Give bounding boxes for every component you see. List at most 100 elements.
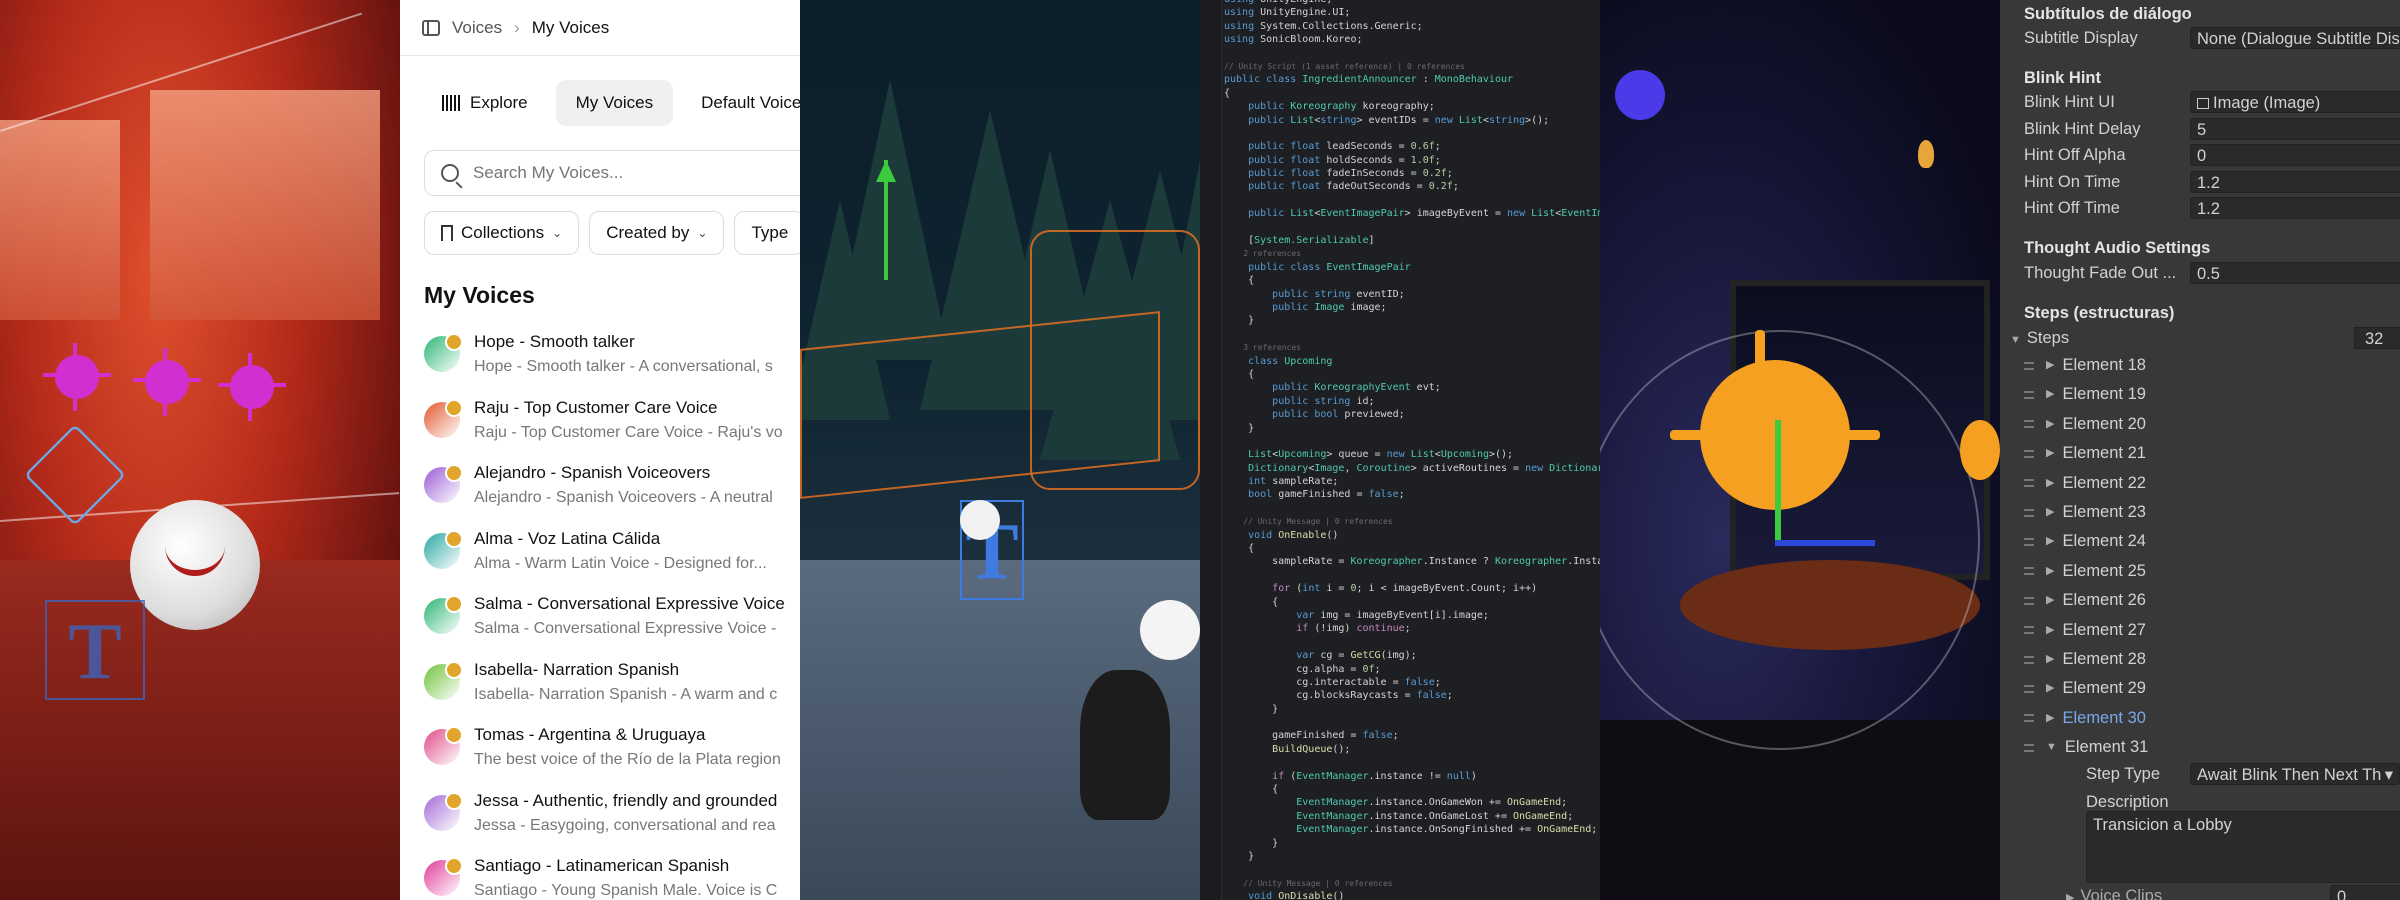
tab-default-voices[interactable]: Default Voices bbox=[681, 80, 800, 126]
code-token: 1.0f bbox=[1410, 154, 1435, 166]
step-element[interactable]: ▶ Element 22 bbox=[2024, 469, 2400, 498]
move-gizmo-y-axis[interactable] bbox=[1775, 420, 1781, 540]
reflection-probe-icon[interactable] bbox=[24, 424, 126, 526]
step-element[interactable]: ▼ Element 31 bbox=[2024, 733, 2400, 762]
code-token: var bbox=[1296, 609, 1321, 621]
hint-on-time-field[interactable]: 1.2 bbox=[2190, 171, 2400, 193]
description-textarea[interactable]: Transicion a Lobby bbox=[2086, 811, 2400, 883]
scene-view-dark-room[interactable] bbox=[1600, 0, 2000, 900]
step-element[interactable]: ▶ Element 27 bbox=[2024, 616, 2400, 645]
step-element[interactable]: ▶ Element 30 bbox=[2024, 704, 2400, 733]
voice-avatar bbox=[424, 595, 463, 634]
light-gizmo-icon[interactable] bbox=[218, 353, 286, 421]
created-by-filter[interactable]: Created by ⌄ bbox=[589, 211, 725, 255]
text-gizmo-icon[interactable]: T bbox=[45, 600, 145, 700]
code-token: koreography; bbox=[1356, 101, 1435, 113]
drag-handle-icon[interactable] bbox=[2024, 626, 2034, 635]
drag-handle-icon[interactable] bbox=[2024, 596, 2034, 605]
code-token: } bbox=[1224, 315, 1255, 327]
tab-explore[interactable]: Explore bbox=[422, 80, 548, 126]
code-token: class bbox=[1248, 355, 1285, 367]
drag-handle-icon[interactable] bbox=[2024, 684, 2034, 693]
voice-list-item[interactable]: Raju - Top Customer Care Voice Raju - Top… bbox=[424, 396, 800, 462]
voice-list-item[interactable]: Alma - Voz Latina Cálida Alma - Warm Lati… bbox=[424, 527, 800, 593]
drag-handle-icon[interactable] bbox=[2024, 420, 2034, 429]
light-gizmo-icon[interactable] bbox=[1960, 420, 2000, 480]
voice-title: Alma - Voz Latina Cálida bbox=[474, 528, 661, 548]
light-gizmo-icon[interactable] bbox=[133, 348, 201, 416]
code-line: public KoreographyEvent evt; bbox=[1224, 381, 1600, 394]
step-element[interactable]: ▶ Element 24 bbox=[2024, 527, 2400, 556]
drag-handle-icon[interactable] bbox=[2024, 537, 2034, 546]
voice-list-item[interactable]: Alejandro - Spanish Voiceovers Alejandro … bbox=[424, 461, 800, 527]
code-token: // Unity Message | 0 references bbox=[1224, 878, 1393, 888]
code-line: public Koreography koreography; bbox=[1224, 100, 1600, 113]
voice-list-item[interactable]: Salma - Conversational Expressive Voice S… bbox=[424, 592, 800, 658]
drag-handle-icon[interactable] bbox=[2024, 390, 2034, 399]
steps-foldout[interactable]: ▼ Steps bbox=[2010, 326, 2069, 350]
breadcrumb-voices[interactable]: Voices bbox=[452, 18, 502, 38]
step-element[interactable]: ▶ Element 20 bbox=[2024, 410, 2400, 439]
search-input[interactable] bbox=[473, 163, 800, 183]
voice-clips-foldout[interactable]: ▶ Voice Clips bbox=[2066, 884, 2162, 900]
steps-count-field[interactable]: 32 bbox=[2354, 327, 2400, 349]
step-element[interactable]: ▶ Element 18 bbox=[2024, 351, 2400, 380]
code-token: evt; bbox=[1410, 382, 1441, 394]
step-element[interactable]: ▶ Element 26 bbox=[2024, 586, 2400, 615]
subtitles-header: Subtítulos de diálogo bbox=[2024, 5, 2192, 23]
voice-subtitle: Salma - Conversational Expressive Voice … bbox=[474, 620, 777, 637]
light-gizmo-icon[interactable] bbox=[1140, 600, 1200, 660]
code-token: gameFinished = bbox=[1278, 489, 1369, 501]
voice-list-item[interactable]: Tomas - Argentina & Uruguaya The best voi… bbox=[424, 723, 800, 789]
code-token: public bbox=[1272, 301, 1315, 313]
drag-handle-icon[interactable] bbox=[2024, 567, 2034, 576]
step-element[interactable]: ▶ Element 19 bbox=[2024, 380, 2400, 409]
type-filter[interactable]: Type bbox=[734, 211, 800, 255]
tab-my-voices[interactable]: My Voices bbox=[555, 80, 674, 126]
code-line: // Unity Message | 0 references bbox=[1224, 515, 1600, 528]
voice-list-item[interactable]: Isabella- Narration Spanish Isabella- Nar… bbox=[424, 658, 800, 724]
light-gizmo-icon[interactable] bbox=[960, 500, 1000, 540]
drag-handle-icon[interactable] bbox=[2024, 479, 2034, 488]
code-token: > activeRoutines = bbox=[1410, 462, 1526, 474]
step-element[interactable]: ▶ Element 29 bbox=[2024, 674, 2400, 703]
voice-list-item[interactable]: Hope - Smooth talker Hope - Smooth talker… bbox=[424, 330, 800, 396]
drag-handle-icon[interactable] bbox=[2024, 508, 2034, 517]
hint-off-alpha-field[interactable]: 0 bbox=[2190, 144, 2400, 166]
code-line: cg.alpha = 0f; bbox=[1224, 663, 1600, 676]
drag-handle-icon[interactable] bbox=[2024, 714, 2034, 723]
voice-clips-count[interactable]: 0 bbox=[2330, 885, 2400, 900]
code-token: eventID; bbox=[1356, 288, 1405, 300]
hint-off-time-field[interactable]: 1.2 bbox=[2190, 197, 2400, 219]
drag-handle-icon[interactable] bbox=[2024, 361, 2034, 370]
code-token: >(); bbox=[1489, 449, 1514, 461]
collections-filter[interactable]: Collections ⌄ bbox=[424, 211, 580, 255]
voice-subtitle: Isabella- Narration Spanish - A warm and… bbox=[474, 685, 778, 703]
move-gizmo-x-axis[interactable] bbox=[1775, 540, 1875, 546]
code-content[interactable]: using UnityEngine;using UnityEngine.UI;u… bbox=[1224, 0, 1600, 900]
directional-light-icon[interactable] bbox=[1615, 70, 1665, 120]
drag-handle-icon[interactable] bbox=[2024, 655, 2034, 664]
subtitle-display-field[interactable]: None (Dialogue Subtitle Dis bbox=[2190, 27, 2400, 49]
thought-fade-field[interactable]: 0.5 bbox=[2190, 262, 2400, 284]
step-element[interactable]: ▶ Element 23 bbox=[2024, 498, 2400, 527]
step-element[interactable]: ▶ Element 25 bbox=[2024, 557, 2400, 586]
code-token: { bbox=[1224, 275, 1255, 287]
light-gizmo-icon[interactable] bbox=[43, 343, 111, 411]
step-element[interactable]: ▶ Element 21 bbox=[2024, 439, 2400, 468]
drag-handle-icon[interactable] bbox=[2024, 743, 2034, 752]
scene-view-red-room[interactable]: T bbox=[0, 0, 400, 900]
sidebar-toggle-icon[interactable] bbox=[422, 19, 440, 36]
scene-view-snow-forest[interactable]: T bbox=[800, 0, 1200, 900]
blink-hint-delay-field[interactable]: 5 bbox=[2190, 118, 2400, 140]
code-editor[interactable]: using UnityEngine;using UnityEngine.UI;u… bbox=[1200, 0, 1600, 900]
step-type-dropdown[interactable]: Await Blink Then Next Th bbox=[2190, 763, 2400, 785]
voice-list-item[interactable]: Jessa - Authentic, friendly and grounded… bbox=[424, 789, 800, 855]
drag-handle-icon[interactable] bbox=[2024, 449, 2034, 458]
code-token: { bbox=[1224, 596, 1279, 608]
blink-hint-ui-field[interactable]: Image (Image) bbox=[2190, 91, 2400, 113]
audio-source-sphere[interactable] bbox=[130, 500, 260, 630]
step-element[interactable]: ▶ Element 28 bbox=[2024, 645, 2400, 674]
voice-list-item[interactable]: Santiago - Latinamerican Spanish Santiago… bbox=[424, 854, 800, 900]
